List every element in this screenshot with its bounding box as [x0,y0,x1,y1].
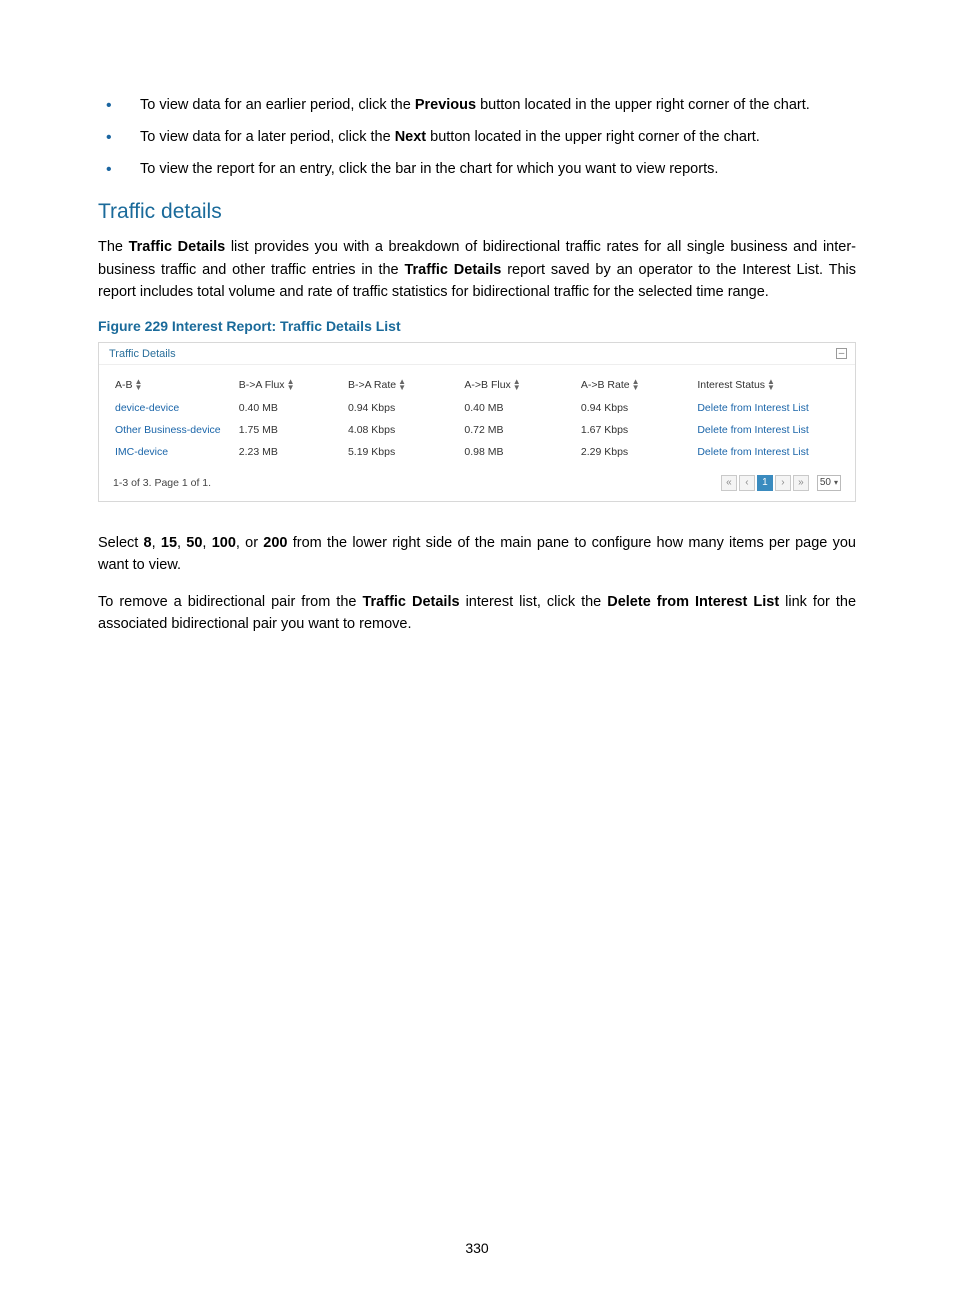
text-bold: 15 [161,535,177,551]
text: To remove a bidirectional pair from the [98,594,362,610]
pager-next-button[interactable]: › [775,475,791,491]
cell-ab-flux: 0.40 MB [462,397,578,419]
cell-ba-flux: 0.40 MB [237,397,346,419]
page-number: 330 [0,1240,954,1256]
sort-icon: ▲▼ [135,379,143,391]
section-heading: Traffic details [98,200,856,224]
traffic-details-panel: Traffic Details – A-B▲▼ B->A Flux▲▼ B->A… [98,342,856,502]
panel-footer: 1-3 of 3. Page 1 of 1. « ‹ 1 › » 50 ▾ [99,471,855,501]
text: interest list, click the [460,594,608,610]
page-size-selector[interactable]: 50 ▾ [817,475,841,491]
pager-first-button[interactable]: « [721,475,737,491]
cell-ab-rate: 2.29 Kbps [579,441,695,463]
table-header-row: A-B▲▼ B->A Flux▲▼ B->A Rate▲▼ A->B Flux▲… [113,373,841,397]
bullet-item: To view data for a later period, click t… [98,127,856,149]
col-header-ba-flux[interactable]: B->A Flux▲▼ [237,373,346,397]
delete-link[interactable]: Delete from Interest List [697,402,808,414]
sort-icon: ▲▼ [398,379,406,391]
ab-link[interactable]: device-device [115,402,179,414]
cell-ba-flux: 2.23 MB [237,441,346,463]
text: To view data for a later period, click t… [140,129,395,145]
figure-caption: Figure 229 Interest Report: Traffic Deta… [98,318,856,334]
pagination-range: 1-3 of 3. Page 1 of 1. [113,477,211,489]
text: Select [98,535,144,551]
table-row: Other Business-device 1.75 MB 4.08 Kbps … [113,419,841,441]
ab-link[interactable]: Other Business-device [115,424,221,436]
cell-ab-rate: 1.67 Kbps [579,419,695,441]
text: To view data for an earlier period, clic… [140,97,415,113]
col-header-ba-rate[interactable]: B->A Rate▲▼ [346,373,462,397]
pager-last-button[interactable]: » [793,475,809,491]
cell-ba-rate: 5.19 Kbps [346,441,462,463]
cell-ba-rate: 4.08 Kbps [346,419,462,441]
page-size-value: 50 [820,477,831,488]
body-paragraph: Select 8, 15, 50, 100, or 200 from the l… [98,532,856,577]
sort-icon: ▲▼ [632,379,640,391]
text: , [177,535,186,551]
text: button located in the upper right corner… [426,129,760,145]
pager-prev-button[interactable]: ‹ [739,475,755,491]
text-bold: Traffic Details [404,262,501,278]
pager-current-page[interactable]: 1 [757,475,773,491]
text-bold: 100 [212,535,236,551]
cell-ab-rate: 0.94 Kbps [579,397,695,419]
col-header-interest-status[interactable]: Interest Status▲▼ [695,373,841,397]
text: , [202,535,211,551]
collapse-icon[interactable]: – [836,348,847,359]
cell-ab-flux: 0.98 MB [462,441,578,463]
traffic-details-table: A-B▲▼ B->A Flux▲▼ B->A Rate▲▼ A->B Flux▲… [113,373,841,463]
col-header-ab[interactable]: A-B▲▼ [113,373,237,397]
text: , [152,535,161,551]
panel-title: Traffic Details [109,348,176,360]
bullet-item: To view the report for an entry, click t… [98,159,856,181]
body-paragraph: To remove a bidirectional pair from the … [98,591,856,636]
delete-link[interactable]: Delete from Interest List [697,424,808,436]
text-bold: 200 [263,535,287,551]
col-header-ab-rate[interactable]: A->B Rate▲▼ [579,373,695,397]
text: button located in the upper right corner… [476,97,810,113]
cell-ba-rate: 0.94 Kbps [346,397,462,419]
text: To view the report for an entry, click t… [140,161,718,177]
cell-ba-flux: 1.75 MB [237,419,346,441]
table-row: device-device 0.40 MB 0.94 Kbps 0.40 MB … [113,397,841,419]
paginator: « ‹ 1 › » 50 ▾ [721,475,841,491]
text-bold: Next [395,129,426,145]
text-bold: 8 [144,535,152,551]
chevron-down-icon: ▾ [834,478,838,487]
text-bold: Traffic Details [129,239,226,255]
panel-titlebar: Traffic Details – [99,343,855,365]
text: The [98,239,129,255]
instruction-bullet-list: To view data for an earlier period, clic… [98,95,856,180]
delete-link[interactable]: Delete from Interest List [697,446,808,458]
bullet-item: To view data for an earlier period, clic… [98,95,856,117]
text-bold: Previous [415,97,476,113]
text-bold: Delete from Interest List [607,594,779,610]
table-row: IMC-device 2.23 MB 5.19 Kbps 0.98 MB 2.2… [113,441,841,463]
text-bold: 50 [186,535,202,551]
col-header-ab-flux[interactable]: A->B Flux▲▼ [462,373,578,397]
body-paragraph: The Traffic Details list provides you wi… [98,236,856,303]
ab-link[interactable]: IMC-device [115,446,168,458]
sort-icon: ▲▼ [767,379,775,391]
sort-icon: ▲▼ [513,379,521,391]
text-bold: Traffic Details [362,594,459,610]
cell-ab-flux: 0.72 MB [462,419,578,441]
sort-icon: ▲▼ [287,379,295,391]
text: , or [236,535,263,551]
